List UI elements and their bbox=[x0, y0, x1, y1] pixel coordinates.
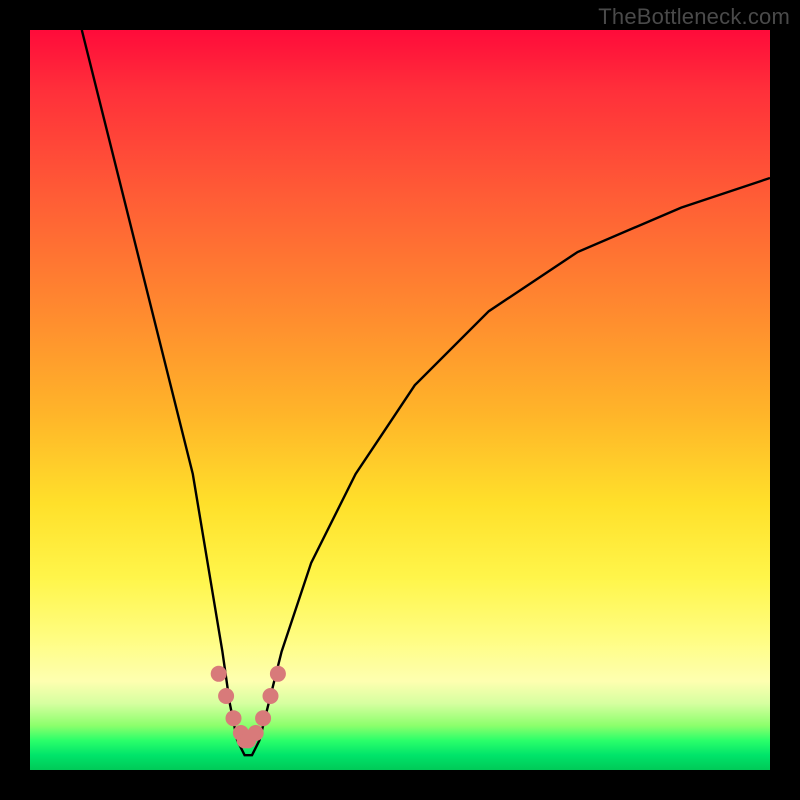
curve-path bbox=[82, 30, 770, 755]
zone-marker bbox=[255, 710, 271, 726]
zone-marker bbox=[211, 666, 227, 682]
zone-marker bbox=[263, 688, 279, 704]
zone-marker bbox=[218, 688, 234, 704]
chart-frame: TheBottleneck.com bbox=[0, 0, 800, 800]
minimum-markers bbox=[211, 666, 286, 749]
zone-marker bbox=[270, 666, 286, 682]
bottleneck-curve bbox=[30, 30, 770, 770]
watermark-text: TheBottleneck.com bbox=[598, 4, 790, 30]
zone-marker bbox=[226, 710, 242, 726]
zone-marker bbox=[248, 725, 264, 741]
plot-area bbox=[30, 30, 770, 770]
